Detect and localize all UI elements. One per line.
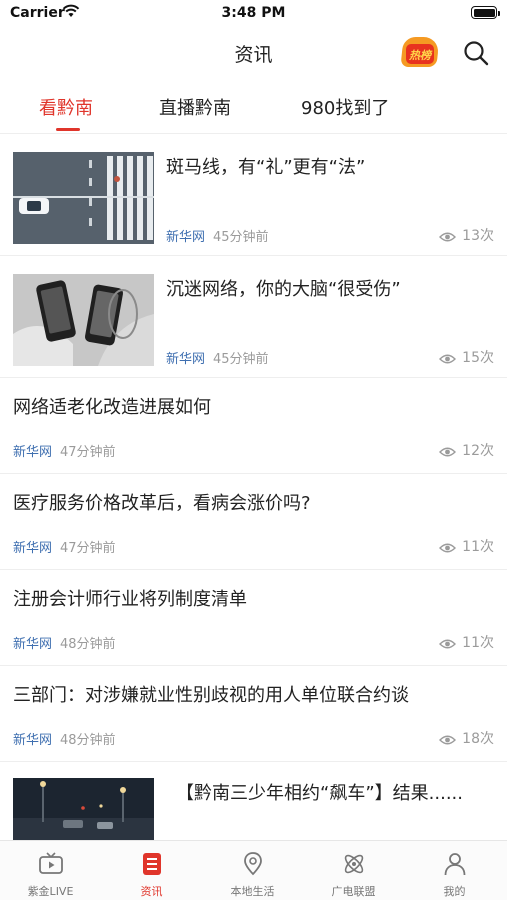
news-views: 18次 xyxy=(439,728,494,748)
tabbar-item-local-life[interactable]: 本地生活 xyxy=(202,841,303,900)
news-time: 47分钟前 xyxy=(60,541,116,556)
bottom-tab-bar: 紫金LIVE 资讯 本地生活 广电联盟 我的 xyxy=(0,840,507,900)
news-time: 48分钟前 xyxy=(60,637,116,652)
news-source: 新华网 xyxy=(13,445,53,460)
news-item[interactable]: 三部门：对涉嫌就业性别歧视的用人单位联合约谈 新华网 48分钟前 18次 xyxy=(0,666,507,762)
smartphones-photo xyxy=(13,274,154,366)
news-feed[interactable]: 斑马线，有“礼”更有“法” 新华网 45分钟前 13次 沉迷网络，你的大脑“很受… xyxy=(0,134,507,840)
search-icon[interactable] xyxy=(462,39,490,67)
news-time: 45分钟前 xyxy=(213,352,269,367)
tabbar-label: 本地生活 xyxy=(230,885,275,898)
eye-icon xyxy=(439,354,457,364)
tabbar-item-mine[interactable]: 我的 xyxy=(404,841,505,900)
tabbar-label: 紫金LIVE xyxy=(27,885,74,898)
news-title[interactable]: 【黔南三少年相约“飙车”】结果...... xyxy=(176,781,463,807)
tabbar-label: 广电联盟 xyxy=(331,885,376,898)
eye-icon xyxy=(439,232,457,242)
news-item[interactable]: 斑马线，有“礼”更有“法” 新华网 45分钟前 13次 xyxy=(0,134,507,256)
views-count: 18次 xyxy=(462,731,494,747)
news-item[interactable]: 【黔南三少年相约“飙车”】结果...... xyxy=(0,762,507,840)
active-tab-indicator xyxy=(56,128,80,131)
tabbar-item-live[interactable]: 紫金LIVE xyxy=(0,841,101,900)
channel-tabs: 看黔南 直播黔南 980找到了 xyxy=(0,78,507,134)
news-item[interactable]: 沉迷网络，你的大脑“很受伤” 新华网 45分钟前 15次 xyxy=(0,256,507,378)
views-count: 15次 xyxy=(462,350,494,366)
news-time: 45分钟前 xyxy=(213,230,269,245)
nav-bar: 资讯 热榜 xyxy=(0,28,507,78)
eye-icon xyxy=(439,543,457,553)
news-icon xyxy=(143,853,161,875)
eye-icon xyxy=(439,639,457,649)
tv-icon xyxy=(39,852,63,874)
eye-icon xyxy=(439,447,457,457)
news-title[interactable]: 注册会计师行业将列制度清单 xyxy=(13,587,247,613)
views-count: 11次 xyxy=(462,635,494,651)
news-title[interactable]: 网络适老化改造进展如何 xyxy=(13,395,211,421)
news-views: 15次 xyxy=(439,347,494,367)
news-title[interactable]: 三部门：对涉嫌就业性别歧视的用人单位联合约谈 xyxy=(13,683,409,709)
tab-kan-qiannan[interactable]: 看黔南 xyxy=(39,94,93,120)
news-item[interactable]: 注册会计师行业将列制度清单 新华网 48分钟前 11次 xyxy=(0,570,507,666)
news-item[interactable]: 医疗服务价格改革后，看病会涨价吗? 新华网 47分钟前 11次 xyxy=(0,474,507,570)
news-time: 47分钟前 xyxy=(60,445,116,460)
news-source: 新华网 xyxy=(13,541,53,556)
tab-live-qiannan[interactable]: 直播黔南 xyxy=(159,94,231,120)
news-views: 13次 xyxy=(439,225,494,245)
clock: 3:48 PM xyxy=(221,5,286,21)
news-views: 12次 xyxy=(439,440,494,460)
tabbar-item-news[interactable]: 资讯 xyxy=(101,841,202,900)
news-views: 11次 xyxy=(439,536,494,556)
battery-icon xyxy=(471,6,500,19)
hot-list-label: 热榜 xyxy=(409,49,431,62)
news-title[interactable]: 沉迷网络，你的大脑“很受伤” xyxy=(166,277,401,303)
atom-icon xyxy=(344,854,364,874)
tabbar-item-alliance[interactable]: 广电联盟 xyxy=(303,841,404,900)
news-title[interactable]: 医疗服务价格改革后，看病会涨价吗? xyxy=(13,491,311,517)
news-views: 11次 xyxy=(439,632,494,652)
eye-icon xyxy=(439,735,457,745)
crosswalk-photo xyxy=(13,152,154,244)
person-icon xyxy=(444,853,466,876)
views-count: 13次 xyxy=(462,228,494,244)
news-source: 新华网 xyxy=(13,637,53,652)
tabbar-label: 资讯 xyxy=(140,885,163,898)
news-source: 新华网 xyxy=(13,733,53,748)
views-count: 12次 xyxy=(462,443,494,459)
views-count: 11次 xyxy=(462,539,494,555)
hot-list-button[interactable]: 热榜 xyxy=(400,37,440,67)
news-title[interactable]: 斑马线，有“礼”更有“法” xyxy=(166,155,365,181)
news-time: 48分钟前 xyxy=(60,733,116,748)
status-bar: Carrier 3:48 PM xyxy=(0,0,507,28)
location-icon xyxy=(244,852,262,876)
news-item[interactable]: 网络适老化改造进展如何 新华网 47分钟前 12次 xyxy=(0,378,507,474)
news-source: 新华网 xyxy=(166,352,206,367)
tab-980-found[interactable]: 980找到了 xyxy=(301,94,389,120)
tabbar-label: 我的 xyxy=(443,885,466,898)
news-source: 新华网 xyxy=(166,230,206,245)
night-street-photo xyxy=(13,778,154,840)
